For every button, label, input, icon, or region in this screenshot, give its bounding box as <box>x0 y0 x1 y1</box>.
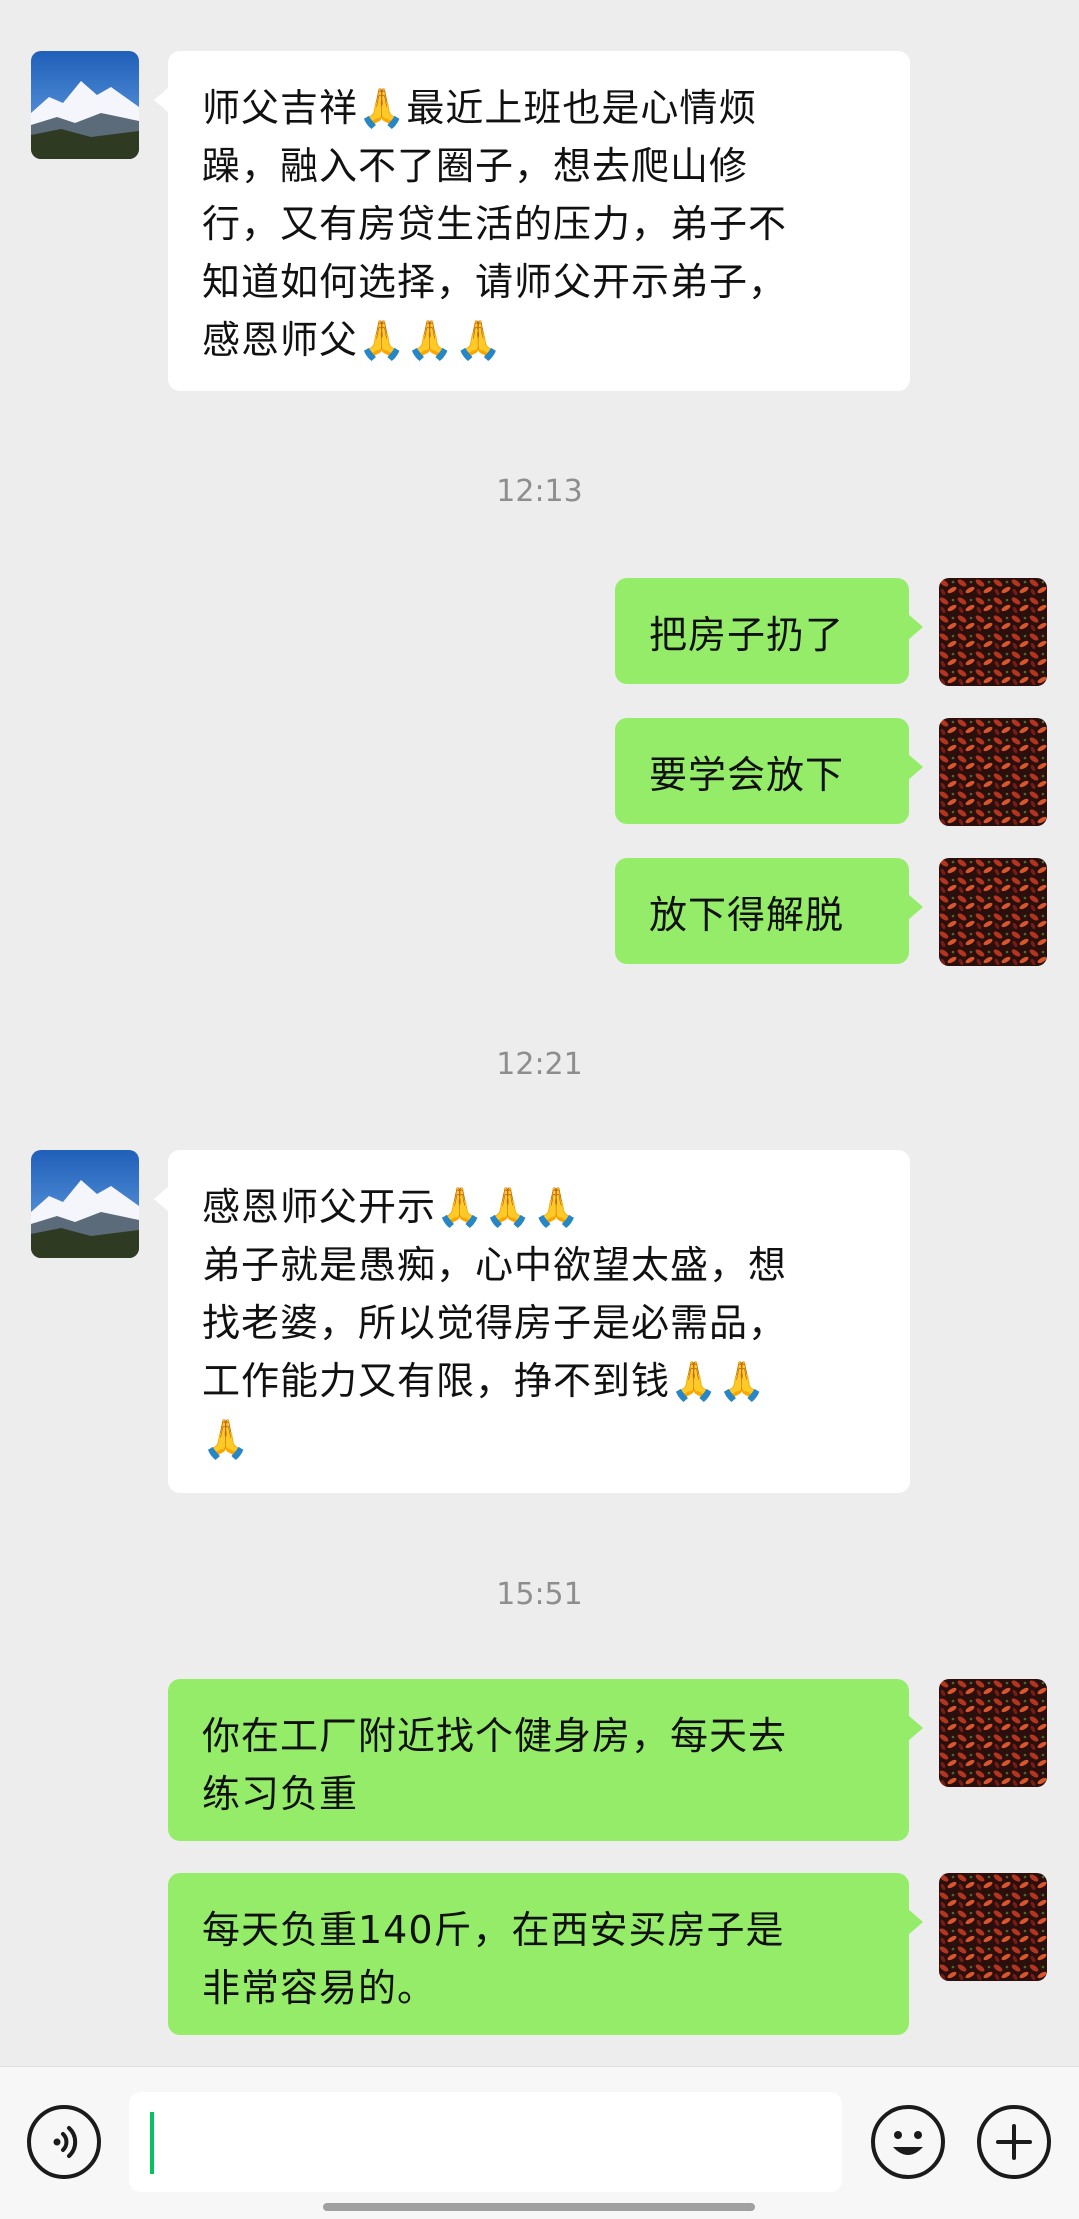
text-cursor <box>150 2112 154 2174</box>
input-bar <box>0 2066 1079 2219</box>
message-line: 躁，融入不了圈子，想去爬山修 <box>202 144 749 188</box>
contact-avatar[interactable] <box>31 51 139 159</box>
message-line: 你在工厂附近找个健身房，每天去 <box>202 1714 788 1758</box>
message-input[interactable] <box>129 2092 842 2192</box>
message-bubble-incoming[interactable]: 感恩师父开示🙏🙏🙏 弟子就是愚痴，心中欲望太盛，想 找老婆，所以觉得房子是必需品… <box>154 1150 910 1493</box>
message-line: 把房子扔了 <box>649 613 845 657</box>
my-avatar[interactable] <box>939 578 1047 686</box>
message-line: 找老婆，所以觉得房子是必需品， <box>202 1301 788 1345</box>
timestamp: 15:51 <box>496 1577 583 1612</box>
message-bubble-outgoing[interactable]: 要学会放下 <box>615 718 923 824</box>
message-line: 感恩师父🙏🙏🙏 <box>202 318 503 362</box>
message-line: 练习负重 <box>202 1772 359 1816</box>
red-leaves-avatar-image <box>939 1873 1047 1981</box>
timestamp: 12:13 <box>496 474 583 509</box>
more-button[interactable] <box>977 2105 1051 2179</box>
voice-button[interactable] <box>27 2105 101 2179</box>
message-line: 每天负重140斤，在西安买房子是 <box>202 1908 785 1952</box>
my-avatar[interactable] <box>939 718 1047 826</box>
mountain-avatar-image <box>31 1150 139 1258</box>
message-line: 弟子就是愚痴，心中欲望太盛，想 <box>202 1243 788 1287</box>
red-leaves-avatar-image <box>939 578 1047 686</box>
my-avatar[interactable] <box>939 1679 1047 1787</box>
mountain-avatar-image <box>31 51 139 159</box>
message-bubble-outgoing[interactable]: 把房子扔了 <box>615 578 923 684</box>
plus-icon <box>996 2124 1032 2160</box>
my-avatar[interactable] <box>939 858 1047 966</box>
message-line: 要学会放下 <box>649 753 845 797</box>
red-leaves-avatar-image <box>939 718 1047 826</box>
message-line: 工作能力又有限，挣不到钱🙏🙏 <box>202 1359 767 1403</box>
message-line: 🙏 <box>202 1417 251 1461</box>
emoji-icon <box>893 2131 923 2155</box>
red-leaves-avatar-image <box>939 1679 1047 1787</box>
chat-area[interactable]: 师父吉祥🙏最近上班也是心情烦 躁，融入不了圈子，想去爬山修 行，又有房贷生活的压… <box>0 0 1079 2066</box>
my-avatar[interactable] <box>939 1873 1047 1981</box>
message-line: 放下得解脱 <box>649 893 845 937</box>
message-bubble-incoming[interactable]: 师父吉祥🙏最近上班也是心情烦 躁，融入不了圈子，想去爬山修 行，又有房贷生活的压… <box>154 51 910 391</box>
message-bubble-outgoing[interactable]: 你在工厂附近找个健身房，每天去 练习负重 <box>168 1679 923 1841</box>
message-line: 行，又有房贷生活的压力，弟子不 <box>202 202 788 246</box>
message-line: 师父吉祥🙏最近上班也是心情烦 <box>202 86 758 130</box>
timestamp: 12:21 <box>496 1047 583 1082</box>
message-bubble-outgoing[interactable]: 每天负重140斤，在西安买房子是 非常容易的。 <box>168 1873 923 2035</box>
message-line: 知道如何选择，请师父开示弟子， <box>202 260 788 304</box>
voice-icon <box>53 2126 78 2158</box>
message-bubble-outgoing[interactable]: 放下得解脱 <box>615 858 923 964</box>
contact-avatar[interactable] <box>31 1150 139 1258</box>
message-line: 感恩师父开示🙏🙏🙏 <box>202 1185 581 1229</box>
red-leaves-avatar-image <box>939 858 1047 966</box>
home-indicator[interactable] <box>323 2203 755 2211</box>
emoji-button[interactable] <box>871 2105 945 2179</box>
message-line: 非常容易的。 <box>202 1966 437 2010</box>
